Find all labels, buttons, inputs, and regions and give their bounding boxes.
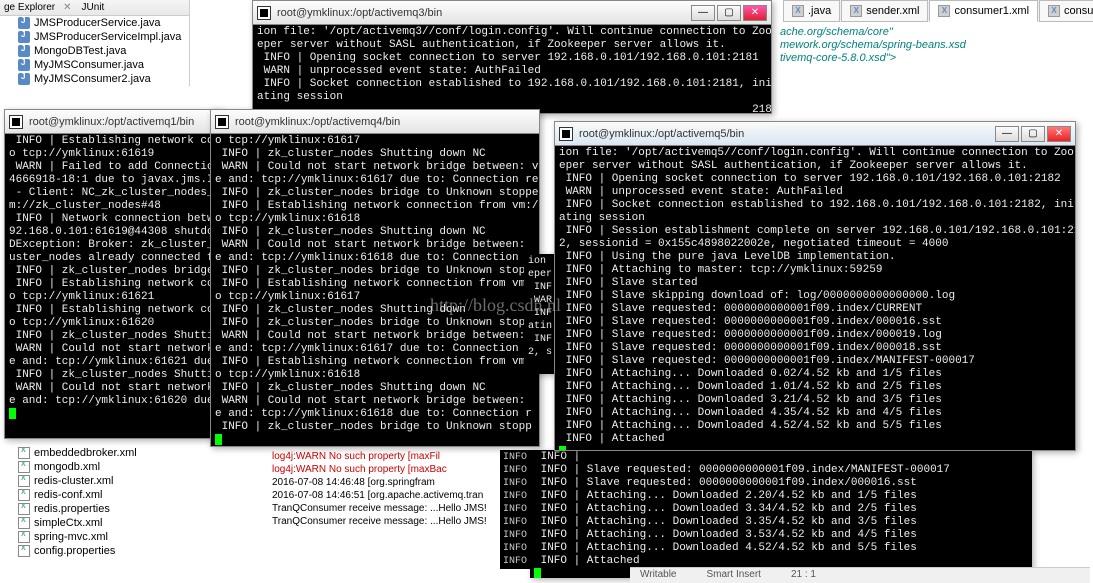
package-explorer-header: ge Explorer ✕ JUnit xyxy=(0,0,189,16)
project-file-item[interactable]: spring-mvc.xml xyxy=(0,530,190,544)
xml-file-icon: X xyxy=(850,5,862,17)
java-file-icon xyxy=(18,31,30,43)
file-label: MongoDBTest.java xyxy=(34,45,126,57)
terminal-output[interactable]: ion file: '/opt/activemq3//conf/login.co… xyxy=(253,25,771,113)
xml-file-icon: X xyxy=(1048,5,1060,17)
terminal-output[interactable]: ion file: '/opt/activemq5//conf/login.co… xyxy=(555,146,1075,450)
file-label: MyJMSConsumer2.java xyxy=(34,73,151,85)
project-file-item[interactable]: redis-cluster.xml xyxy=(0,474,190,488)
java-file-icon xyxy=(18,17,30,29)
close-button[interactable]: ✕ xyxy=(1047,126,1071,142)
java-file-icon xyxy=(18,73,30,85)
xml-file-icon: X xyxy=(792,5,804,17)
java-file-item[interactable]: MyJMSConsumer2.java xyxy=(0,72,189,86)
terminal-title: root@ymklinux:/opt/activemq4/bin xyxy=(235,116,535,128)
tab-label: sender.xml xyxy=(866,5,919,17)
terminal-output[interactable]: INFO | INFO | Slave requested: 000000000… xyxy=(530,450,1032,578)
terminal-bottom-fragment[interactable]: INFO | INFO | Slave requested: 000000000… xyxy=(530,450,1032,578)
minimize-button[interactable]: — xyxy=(995,126,1019,142)
file-label: JMSProducerServiceImpl.java xyxy=(34,31,181,43)
java-file-item[interactable]: MyJMSConsumer.java xyxy=(0,58,189,72)
editor-tab[interactable]: Xsender.xml xyxy=(841,0,928,22)
putty-icon xyxy=(215,115,229,129)
status-cursor-pos: 21 : 1 xyxy=(791,569,816,582)
project-file-item[interactable]: simpleCtx.xml xyxy=(0,516,190,530)
xml-file-icon: X xyxy=(938,5,950,17)
editor-content-fragment: ache.org/schema/core" mework.org/schema/… xyxy=(780,26,966,65)
maximize-button[interactable]: ▢ xyxy=(717,5,741,21)
java-file-item[interactable]: MongoDBTest.java xyxy=(0,44,189,58)
file-label: redis-cluster.xml xyxy=(34,475,113,487)
terminal-title: root@ymklinux:/opt/activemq3/bin xyxy=(277,7,685,19)
terminal-titlebar[interactable]: root@ymklinux:/opt/activemq5/bin — ▢ ✕ xyxy=(555,122,1075,146)
file-icon xyxy=(18,461,30,473)
putty-icon xyxy=(559,127,573,141)
putty-icon xyxy=(9,115,23,129)
putty-icon xyxy=(257,6,271,20)
maximize-button[interactable]: ▢ xyxy=(1021,126,1045,142)
file-label: spring-mvc.xml xyxy=(34,531,108,543)
java-file-item[interactable]: JMSProducerServiceImpl.java xyxy=(0,30,189,44)
file-icon xyxy=(18,531,30,543)
file-label: embeddedbroker.xml xyxy=(34,447,137,459)
project-file-item[interactable]: embeddedbroker.xml xyxy=(0,446,190,460)
file-icon xyxy=(18,475,30,487)
editor-tab[interactable]: Xconsumer2. xyxy=(1039,0,1093,22)
file-label: redis.properties xyxy=(34,503,110,515)
editor-tab-bar: X.javaXsender.xmlXconsumer1.xmlXconsumer… xyxy=(783,0,1093,22)
project-file-item[interactable]: config.properties xyxy=(0,544,190,558)
tab-label: .java xyxy=(808,5,831,17)
terminal-titlebar[interactable]: root@ymklinux:/opt/activemq1/bin xyxy=(5,110,221,134)
terminal-output[interactable]: o tcp://ymklinux:61617 INFO | zk_cluster… xyxy=(211,134,539,446)
editor-tab[interactable]: X .java xyxy=(783,0,840,22)
file-label: JMSProducerService.java xyxy=(34,17,161,29)
status-writable: Writable xyxy=(640,569,677,582)
file-label: config.properties xyxy=(34,545,115,557)
file-label: simpleCtx.xml xyxy=(34,517,102,529)
tab-label: consumer2. xyxy=(1064,5,1093,17)
file-label: mongodb.xml xyxy=(34,461,100,473)
file-label: redis-conf.xml xyxy=(34,489,102,501)
editor-tab[interactable]: Xconsumer1.xml xyxy=(929,0,1038,22)
junit-tab[interactable]: JUnit xyxy=(82,2,105,13)
project-file-item[interactable]: mongodb.xml xyxy=(0,460,190,474)
terminal-activemq3[interactable]: root@ymklinux:/opt/activemq3/bin — ▢ ✕ i… xyxy=(252,0,772,114)
terminal-activemq5[interactable]: root@ymklinux:/opt/activemq5/bin — ▢ ✕ i… xyxy=(554,121,1076,451)
status-bar: Writable Smart Insert 21 : 1 xyxy=(630,567,1090,583)
terminal-titlebar[interactable]: root@ymklinux:/opt/activemq3/bin — ▢ ✕ xyxy=(253,1,771,25)
terminal-output[interactable]: INFO | Establishing network co o tcp://y… xyxy=(5,134,221,438)
package-explorer-title: ge Explorer xyxy=(4,2,55,13)
file-label: MyJMSConsumer.java xyxy=(34,59,144,71)
terminal-title: root@ymklinux:/opt/activemq1/bin xyxy=(29,116,217,128)
terminal-activemq4[interactable]: root@ymklinux:/opt/activemq4/bin o tcp:/… xyxy=(210,109,540,447)
file-icon xyxy=(18,503,30,515)
tab-label: consumer1.xml xyxy=(954,5,1029,17)
project-files-list: embeddedbroker.xml mongodb.xml redis-clust… xyxy=(0,446,190,558)
terminal-activemq1[interactable]: root@ymklinux:/opt/activemq1/bin INFO | … xyxy=(4,109,222,439)
file-icon xyxy=(18,517,30,529)
java-file-icon xyxy=(18,45,30,57)
project-file-item[interactable]: redis-conf.xml xyxy=(0,488,190,502)
package-explorer: ge Explorer ✕ JUnit JMSProducerService.j… xyxy=(0,0,190,86)
terminal-titlebar[interactable]: root@ymklinux:/opt/activemq4/bin xyxy=(211,110,539,134)
java-file-icon xyxy=(18,59,30,71)
status-insert: Smart Insert xyxy=(707,569,761,582)
file-icon xyxy=(18,545,30,557)
minimize-button[interactable]: — xyxy=(691,5,715,21)
file-icon xyxy=(18,489,30,501)
java-file-item[interactable]: JMSProducerService.java xyxy=(0,16,189,30)
file-icon xyxy=(18,447,30,459)
terminal-title: root@ymklinux:/opt/activemq5/bin xyxy=(579,128,989,140)
project-file-item[interactable]: redis.properties xyxy=(0,502,190,516)
close-button[interactable]: ✕ xyxy=(743,5,767,21)
